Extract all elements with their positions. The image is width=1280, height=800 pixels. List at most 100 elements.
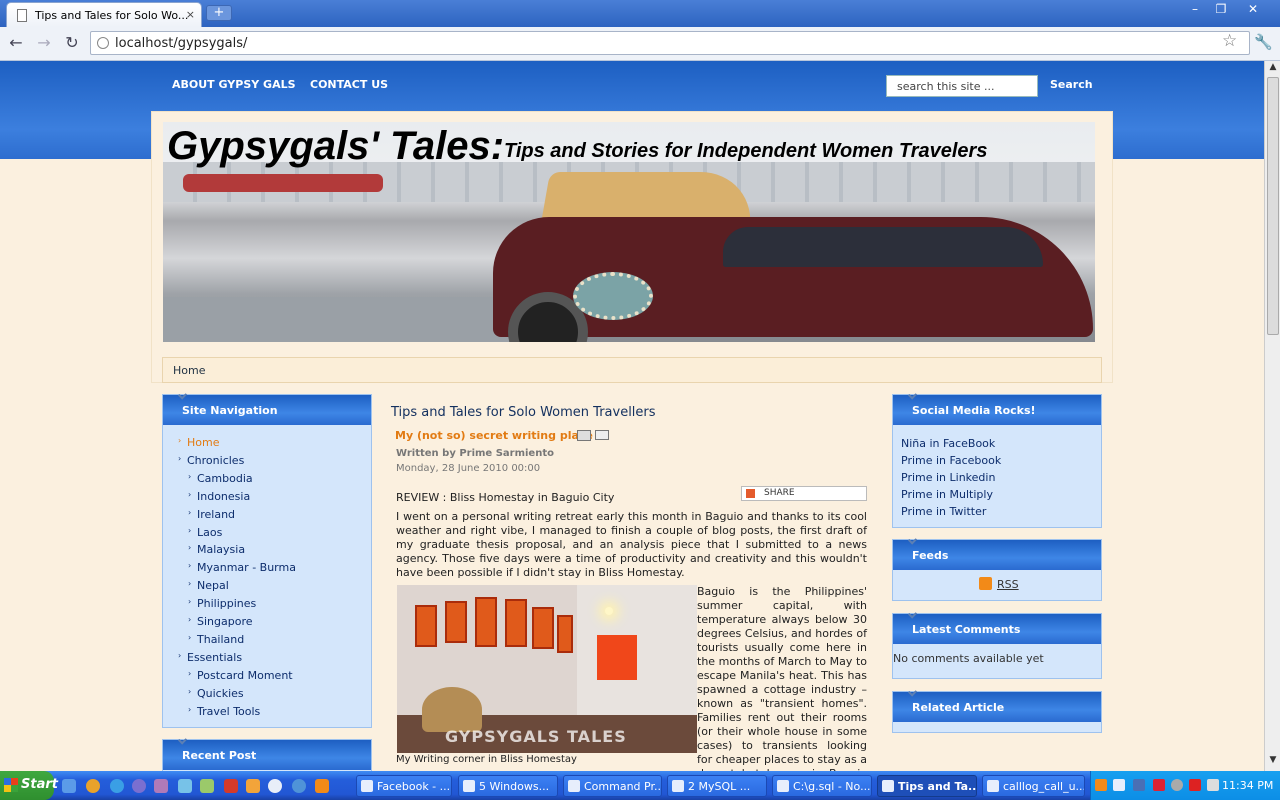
- scroll-down-icon[interactable]: ▼: [1267, 755, 1279, 769]
- sidebar-item[interactable]: › Thailand: [188, 633, 244, 646]
- notepad-icon[interactable]: [200, 779, 214, 793]
- site-search-input[interactable]: search this site ...: [886, 75, 1038, 97]
- page-scrollbar[interactable]: ▲ ▼: [1264, 61, 1280, 771]
- taskbar-button[interactable]: calllog_call_u...: [982, 775, 1085, 797]
- print-icon[interactable]: [577, 430, 591, 441]
- browser-tab[interactable]: Tips and Tales for Solo Wo... ×: [6, 2, 202, 27]
- review-line: REVIEW : Bliss Homestay in Baguio City: [396, 491, 615, 504]
- social-link[interactable]: Prime in Multiply: [901, 488, 993, 501]
- sidebar-item-label: Singapore: [197, 615, 253, 628]
- close-window-button[interactable]: ✕: [1240, 1, 1266, 17]
- ie-icon[interactable]: [110, 779, 124, 793]
- chevron-right-icon: ›: [178, 453, 182, 463]
- app-icon[interactable]: [132, 779, 146, 793]
- wrench-icon[interactable]: 🔧: [1254, 33, 1273, 51]
- chevron-right-icon: ›: [188, 561, 192, 571]
- sidebar-item[interactable]: › Postcard Moment: [188, 669, 293, 682]
- taskbar-button[interactable]: Command Pr...: [563, 775, 662, 797]
- site-title: Gypsygals' Tales:: [167, 124, 505, 168]
- new-tab-button[interactable]: +: [206, 5, 232, 21]
- sidebar-item[interactable]: › Indonesia: [188, 489, 251, 503]
- chevron-right-icon: ›: [188, 489, 192, 499]
- site-search-button[interactable]: Search: [1050, 78, 1093, 91]
- minimize-button[interactable]: –: [1182, 1, 1208, 17]
- page-icon: [17, 9, 27, 22]
- reload-icon[interactable]: ↻: [60, 32, 84, 54]
- address-bar[interactable]: localhost/gypsygals/: [90, 31, 1250, 55]
- taskbar-button[interactable]: Facebook - ...: [356, 775, 452, 797]
- forward-icon[interactable]: →: [32, 32, 56, 54]
- sidebar-item[interactable]: › Singapore: [188, 615, 253, 628]
- article-title-link[interactable]: My (not so) secret writing place: [395, 429, 593, 442]
- social-link[interactable]: Niña in FaceBook: [901, 437, 995, 450]
- rss-link[interactable]: RSS: [997, 578, 1019, 591]
- social-link[interactable]: Prime in Linkedin: [901, 471, 995, 484]
- sidebar-item[interactable]: › Ireland: [188, 508, 235, 521]
- sidebar-item[interactable]: › Quickies: [188, 687, 244, 700]
- tray-icon[interactable]: [1207, 779, 1219, 791]
- sidebar-item[interactable]: › Nepal: [188, 579, 229, 592]
- sidebar-item-label: Indonesia: [197, 489, 251, 503]
- share-button[interactable]: SHARE: [741, 486, 867, 501]
- chevron-right-icon: ›: [188, 615, 192, 624]
- sidebar-item[interactable]: › Home: [178, 436, 220, 449]
- chevron-right-icon: ›: [178, 650, 182, 660]
- sidebar-item[interactable]: › Chronicles: [178, 454, 244, 467]
- nav-about-link[interactable]: ABOUT GYPSY GALS: [172, 78, 296, 91]
- bookmark-star-icon[interactable]: ☆: [1222, 31, 1237, 51]
- recent-post-heading: Recent Post: [163, 740, 371, 770]
- tray-icon[interactable]: [1113, 779, 1125, 791]
- social-link[interactable]: Prime in Facebook: [901, 454, 1001, 467]
- related-article-heading: Related Article: [893, 692, 1101, 722]
- social-media-module: Social Media Rocks! Niña in FaceBook Pri…: [892, 394, 1102, 528]
- chrome-icon[interactable]: [86, 779, 100, 793]
- taskbar-clock: 11:34 PM: [1222, 779, 1274, 792]
- taskbar-button[interactable]: 2 MySQL ...: [667, 775, 767, 797]
- social-link[interactable]: Prime in Twitter: [901, 505, 986, 518]
- show-desktop-icon[interactable]: [62, 779, 76, 793]
- tab-close-icon[interactable]: ×: [186, 8, 195, 21]
- pdf-icon[interactable]: [224, 779, 238, 793]
- maximize-button[interactable]: ❐: [1208, 1, 1234, 17]
- tray-icon[interactable]: [1133, 779, 1145, 791]
- breadcrumb-home[interactable]: Home: [173, 364, 205, 377]
- messenger-icon[interactable]: [292, 779, 306, 793]
- chevron-right-icon: ›: [188, 686, 192, 696]
- sidebar-item[interactable]: › Laos: [188, 526, 222, 539]
- rss-reader-icon[interactable]: [315, 779, 329, 793]
- sidebar-item-label: Essentials: [187, 650, 243, 664]
- tray-icon[interactable]: [1153, 779, 1165, 791]
- photo-caption: My Writing corner in Bliss Homestay: [396, 754, 577, 765]
- sidebar-item-label: Home: [187, 436, 220, 449]
- nav-contact-link[interactable]: CONTACT US: [310, 78, 388, 91]
- sidebar-item-label: Travel Tools: [197, 704, 261, 718]
- taskbar-button[interactable]: Tips and Ta...: [877, 775, 977, 797]
- tray-icon[interactable]: [1189, 779, 1201, 791]
- start-button[interactable]: Start: [0, 771, 58, 800]
- scrollbar-thumb[interactable]: [1267, 77, 1279, 335]
- sidebar-item[interactable]: › Cambodia: [188, 472, 253, 485]
- browser-toolbar: ← → ↻ localhost/gypsygals/ ☆ 🔧: [0, 27, 1280, 61]
- feeds-heading: Feeds: [893, 540, 1101, 570]
- email-icon[interactable]: [595, 430, 609, 440]
- sidebar-item[interactable]: › Travel Tools: [188, 704, 261, 718]
- sidebar-item[interactable]: › Essentials: [178, 650, 243, 664]
- app-icon[interactable]: [154, 779, 168, 793]
- chevron-right-icon: ›: [188, 704, 192, 714]
- tray-icon[interactable]: [1171, 779, 1183, 791]
- sidebar-item[interactable]: › Malaysia: [188, 543, 245, 556]
- recent-post-module: Recent Post: [162, 739, 372, 771]
- vlc-icon[interactable]: [246, 779, 260, 793]
- app-icon[interactable]: [178, 779, 192, 793]
- scroll-up-icon[interactable]: ▲: [1267, 62, 1279, 76]
- sidebar-item[interactable]: › Myanmar - Burma: [188, 561, 296, 574]
- latest-comments-module: Latest Comments No comments available ye…: [892, 613, 1102, 679]
- sidebar-item[interactable]: › Philippines: [188, 597, 256, 610]
- back-icon[interactable]: ←: [4, 32, 28, 54]
- tray-icon[interactable]: [1095, 779, 1107, 791]
- rss-icon[interactable]: [979, 577, 992, 590]
- taskbar-button[interactable]: 5 Windows...: [458, 775, 558, 797]
- chevron-right-icon: ›: [188, 507, 192, 517]
- media-player-icon[interactable]: [268, 779, 282, 793]
- taskbar-button[interactable]: C:\g.sql - No...: [772, 775, 872, 797]
